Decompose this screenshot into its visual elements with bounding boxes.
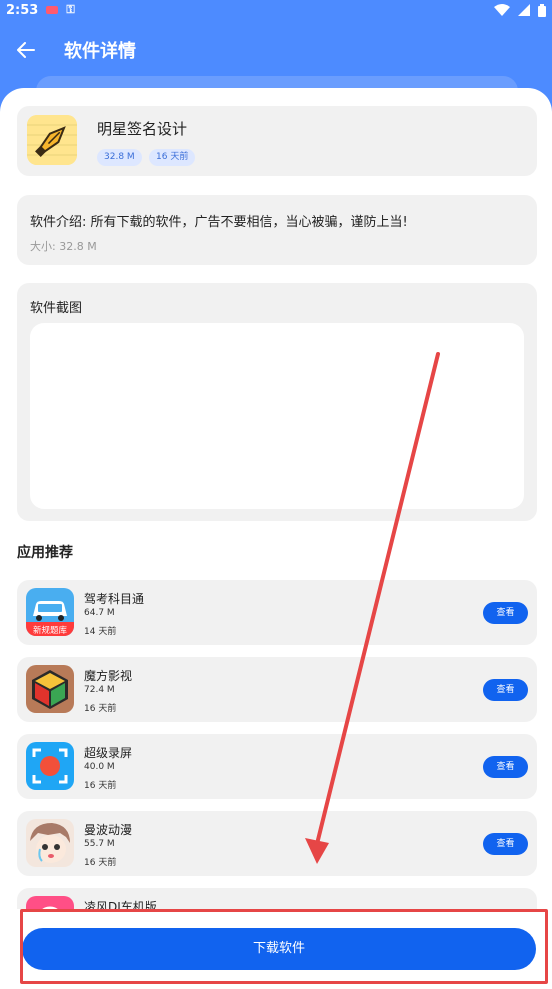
size-badge: 32.8 M	[97, 149, 142, 166]
list-item[interactable]: 魔方影视 72.4 M 16 天前 查看	[17, 657, 537, 722]
list-item[interactable]: 超级录屏 40.0 M 16 天前 查看	[17, 734, 537, 799]
screenshots-card: 软件截图	[17, 283, 537, 521]
intro-text: 软件介绍: 所有下载的软件，广告不要相信，当心被骗，谨防上当!	[30, 215, 408, 230]
app-logo-pen-icon	[27, 115, 77, 165]
recommend-title: 应用推荐	[17, 545, 73, 561]
vpn-icon: ⚿	[66, 3, 75, 16]
item-size: 64.7 M	[84, 608, 115, 618]
download-button[interactable]: 下载软件	[22, 928, 536, 970]
view-button[interactable]: 查看	[483, 756, 528, 778]
back-button[interactable]	[14, 38, 38, 62]
item-time: 16 天前	[84, 781, 117, 791]
item-size: 55.7 M	[84, 839, 115, 849]
item-name: 驾考科目通	[84, 592, 145, 606]
content-sheet: 明星签名设计 32.8 M 16 天前 软件介绍: 所有下载的软件，广告不要相信…	[0, 88, 552, 989]
car-app-icon: 新规题库	[26, 588, 74, 636]
item-time: 14 天前	[84, 627, 117, 637]
time-badge: 16 天前	[149, 149, 196, 166]
item-name: 超级录屏	[84, 746, 133, 760]
wifi-icon	[494, 4, 510, 16]
app-info-card: 明星签名设计 32.8 M 16 天前	[17, 106, 537, 176]
arrow-left-icon	[17, 42, 35, 58]
anime-app-icon	[26, 819, 74, 867]
icon-caption: 新规题库	[33, 625, 68, 636]
item-size: 72.4 M	[84, 685, 115, 695]
page-title: 软件详情	[64, 41, 136, 62]
list-item[interactable]: 曼波动漫 55.7 M 16 天前 查看	[17, 811, 537, 876]
battery-icon	[538, 3, 546, 17]
view-button[interactable]: 查看	[483, 833, 528, 855]
item-time: 16 天前	[84, 704, 117, 714]
size-text: 大小: 32.8 M	[30, 240, 97, 253]
item-name: 曼波动漫	[84, 823, 133, 837]
notification-icon	[46, 6, 59, 14]
view-button[interactable]: 查看	[483, 602, 528, 624]
item-time: 16 天前	[84, 858, 117, 868]
bottom-bar: 下载软件	[0, 909, 552, 989]
cube-app-icon	[26, 665, 74, 713]
record-app-icon	[26, 742, 74, 790]
status-time: 2:53	[6, 2, 39, 18]
item-name: 魔方影视	[84, 669, 133, 683]
view-button[interactable]: 查看	[483, 679, 528, 701]
app-name: 明星签名设计	[97, 120, 188, 138]
item-size: 40.0 M	[84, 762, 115, 772]
intro-card: 软件介绍: 所有下载的软件，广告不要相信，当心被骗，谨防上当! 大小: 32.8…	[17, 195, 537, 265]
app-bar: 软件详情	[0, 30, 552, 70]
screenshots-area[interactable]	[30, 323, 524, 509]
list-item[interactable]: 新规题库 驾考科目通 64.7 M 14 天前 查看	[17, 580, 537, 645]
status-bar: 2:53 ⚿	[0, 0, 552, 20]
signal-icon	[518, 4, 530, 16]
screenshots-label: 软件截图	[30, 301, 83, 316]
